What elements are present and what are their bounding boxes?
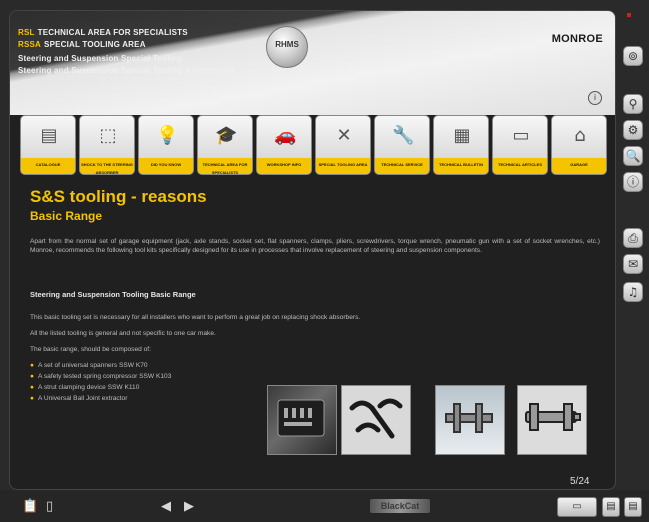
blackcat-logo: BlackCat — [370, 499, 430, 513]
page-indicator: 5/24 — [570, 476, 590, 487]
message-icon[interactable]: ✉ — [623, 254, 643, 274]
home-icon[interactable]: ⊚ — [623, 46, 643, 66]
shock-absorber-icon: ⬚ — [99, 125, 117, 146]
clipboard-icon[interactable]: 📋 — [22, 499, 38, 515]
settings-icon[interactable]: ⚙ — [623, 120, 643, 140]
notes-icon[interactable]: ▤ — [602, 497, 620, 517]
app-window: RSL TECHNICAL AREA FOR SPECIALISTS RSSA SP… — [0, 0, 649, 522]
nav-button-8[interactable]: ▭ TECHNICAL ARTICLES — [492, 115, 548, 175]
header-line-4: Steering and Suspension Special Tooling … — [18, 66, 236, 75]
nav-button-label: TECHNICAL ARTICLES — [493, 158, 547, 174]
body-line-2: All the listed tooling is general and no… — [30, 330, 216, 337]
spring-compressor-image — [341, 385, 411, 455]
nav-button-7[interactable]: ▦ TECHNICAL BULLETIN — [433, 115, 489, 175]
bulletin-icon: ▦ — [453, 125, 471, 146]
articles-icon: ▭ — [512, 125, 530, 146]
catalogue-icon: ▤ — [40, 125, 58, 146]
lightbulb-icon: 💡 — [156, 125, 179, 146]
nav-button-label: TECHNICAL AREA FOR SPECIALISTS — [198, 158, 252, 174]
nav-button-3[interactable]: 🎓 TECHNICAL AREA FOR SPECIALISTS — [197, 115, 253, 175]
strut-clamp-image — [435, 385, 505, 455]
prev-page-button[interactable]: ◀ — [161, 499, 171, 515]
spanner-set-image — [267, 385, 337, 455]
header-line-3: Steering and Suspension Special Tooling — [18, 54, 183, 63]
page-title: S&S tooling - reasons — [30, 187, 207, 206]
page-subtitle: Basic Range — [30, 209, 103, 223]
nav-button-label: SHOCK TO THE STEERING ABSORBER — [80, 158, 134, 174]
main-navigation: ▤ CATALOGUE ⬚ SHOCK TO THE STEERING ABSORBE… — [14, 115, 614, 183]
bottom-toolbar: 📋 ▯ ◀ ▶ BlackCat ▭ ▤ ▤ — [0, 490, 649, 522]
body-line-3: The basic range, should be composed of: — [30, 346, 151, 353]
nav-button-label: TECHNICAL BULLETIN — [434, 158, 488, 174]
print-icon[interactable]: ⎙ — [623, 228, 643, 248]
header-line-1: RSL TECHNICAL AREA FOR SPECIALISTS — [18, 28, 188, 37]
section-title: Steering and Suspension Tooling Basic Ra… — [30, 290, 196, 299]
document-icon[interactable]: ▤ — [624, 497, 642, 517]
bullet-item: ● A set of universal spanners SSW K70 — [30, 362, 148, 369]
header-line-2: RSSA SPECIAL TOOLING AREA — [18, 40, 146, 49]
nav-button-label: CATALOGUE — [21, 158, 75, 174]
language-button[interactable]: ▭ — [557, 497, 597, 517]
chevron-right-icon: ▶ — [184, 499, 194, 514]
nav-button-label: WORKSHOP INFO — [257, 158, 311, 174]
search-icon[interactable]: 🔍 — [623, 146, 643, 166]
body-line-1: This basic tooling set is necessary for … — [30, 314, 361, 321]
intro-paragraph: Apart from the normal set of garage equi… — [30, 238, 600, 254]
header-banner: RSL TECHNICAL AREA FOR SPECIALISTS RSSA SP… — [10, 11, 615, 115]
garage-icon: ⌂ — [574, 125, 586, 146]
graduation-cap-icon: 🎓 — [215, 125, 238, 146]
wrench-icon: 🔧 — [392, 125, 415, 146]
nav-button-2[interactable]: 💡 DID YOU KNOW — [138, 115, 194, 175]
tool-images — [267, 385, 607, 457]
nav-button-label: TECHNICAL SERVICE — [375, 158, 429, 174]
nav-button-label: GARAGE — [552, 158, 606, 174]
nav-button-4[interactable]: 🚗 WORKSHOP INFO — [256, 115, 312, 175]
brand-logo: MONROE — [551, 33, 603, 45]
nav-button-5[interactable]: ✕ SPECIAL TOOLING AREA — [315, 115, 371, 175]
ball-joint-extractor-image — [517, 385, 587, 455]
nav-button-6[interactable]: 🔧 TECHNICAL SERVICE — [374, 115, 430, 175]
zoom-icon[interactable]: ⚲ — [623, 94, 643, 114]
info-icon[interactable]: i — [588, 91, 602, 105]
emblem-logo: RHMS — [266, 26, 308, 68]
next-page-button[interactable]: ▶ — [184, 499, 194, 515]
right-toolbar: ⊚ ⚲ ⚙ 🔍 ⓘ ⎙ ✉ ♫ — [620, 10, 646, 488]
bullet-item: ● A safety tested spring compressor SSW K… — [30, 373, 172, 380]
info-icon[interactable]: ⓘ — [623, 172, 643, 192]
car-icon: 🚗 — [274, 125, 297, 146]
nav-button-1[interactable]: ⬚ SHOCK TO THE STEERING ABSORBER — [79, 115, 135, 175]
chevron-left-icon: ◀ — [161, 499, 171, 514]
nav-button-0[interactable]: ▤ CATALOGUE — [20, 115, 76, 175]
tools-icon: ✕ — [336, 125, 352, 146]
nav-button-9[interactable]: ⌂ GARAGE — [551, 115, 607, 175]
bullet-item: ● A Universal Ball Joint extractor — [30, 395, 128, 402]
music-icon[interactable]: ♫ — [623, 282, 643, 302]
bullet-item: ● A strut clamping device SSW K110 — [30, 384, 140, 391]
main-panel: RSL TECHNICAL AREA FOR SPECIALISTS RSSA SP… — [9, 10, 616, 490]
nav-button-label: SPECIAL TOOLING AREA — [316, 158, 370, 174]
book-icon[interactable]: ▯ — [46, 499, 53, 515]
nav-button-label: DID YOU KNOW — [139, 158, 193, 174]
